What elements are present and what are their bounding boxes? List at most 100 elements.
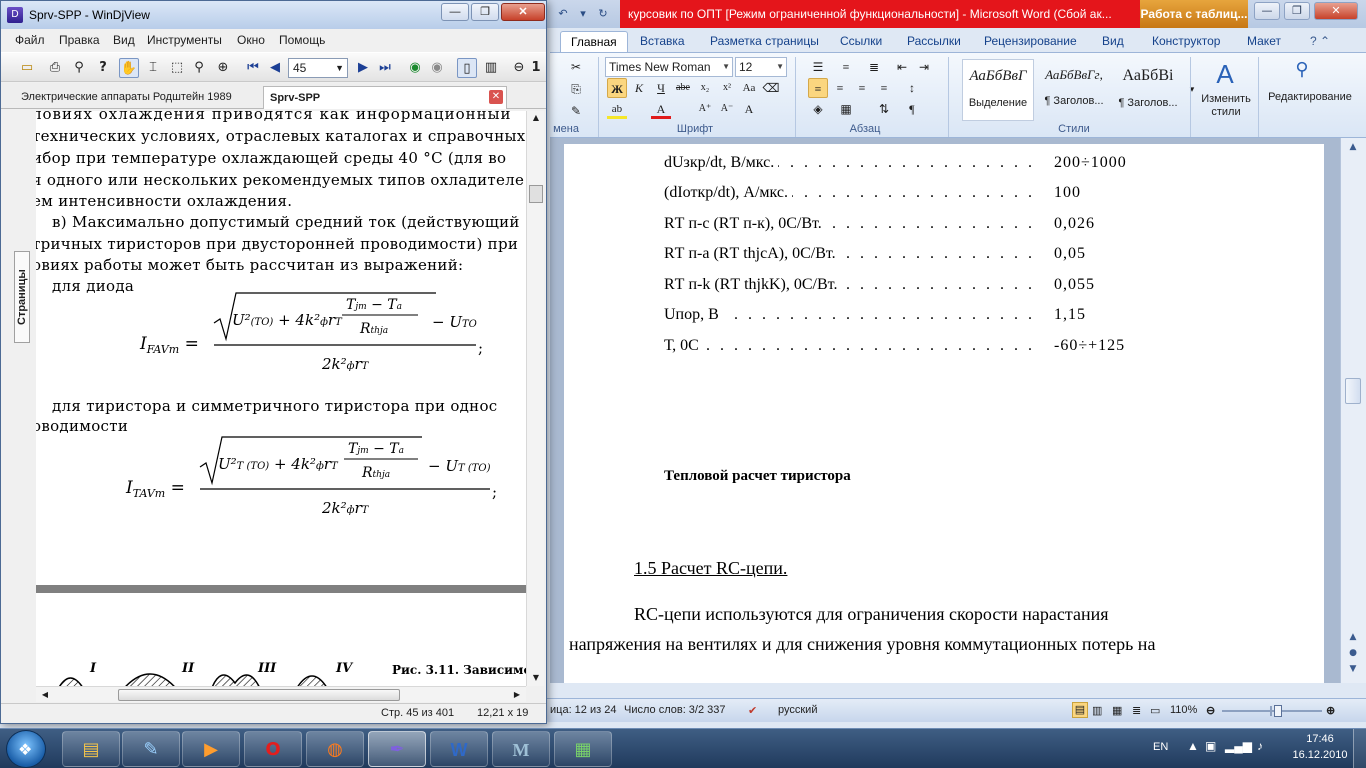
- numbering-icon[interactable]: ≡: [836, 57, 856, 77]
- app-taskbar-icon[interactable]: ▦: [554, 731, 612, 767]
- vertical-scrollbar[interactable]: ▲ ▲ ● ▼: [1340, 138, 1366, 683]
- windjview-taskbar-icon[interactable]: ✒: [368, 731, 426, 767]
- tab-review[interactable]: Рецензирование: [984, 31, 1077, 52]
- scroll-thumb[interactable]: [118, 689, 400, 701]
- find-icon[interactable]: ⚲: [69, 58, 89, 78]
- redo-icon[interactable]: ↻: [595, 6, 611, 22]
- clock-date[interactable]: 16.12.2010: [1289, 749, 1351, 761]
- scroll-down-icon[interactable]: ▼: [529, 671, 543, 685]
- style-heading[interactable]: АаБбВвГг, ¶ Заголов...: [1038, 59, 1110, 121]
- draft-icon[interactable]: ▭: [1150, 704, 1160, 717]
- font-name-combo[interactable]: Times New Roman ▼: [605, 57, 733, 77]
- zoom-in-icon[interactable]: ⊕: [1326, 704, 1335, 717]
- dropdown-arrow-icon[interactable]: ▾: [575, 6, 591, 22]
- help-icon[interactable]: ?: [93, 58, 113, 78]
- style-heading[interactable]: АаБбВі ¶ Заголов...: [1112, 59, 1184, 121]
- scroll-up-icon[interactable]: ▲: [1345, 142, 1361, 156]
- firefox-taskbar-icon[interactable]: ◍: [306, 731, 364, 767]
- web-layout-icon[interactable]: ▦: [1112, 704, 1122, 717]
- show-hidden-icons-icon[interactable]: ▲: [1187, 739, 1199, 753]
- network-activity-icon[interactable]: ▣: [1205, 739, 1216, 753]
- menu-edit[interactable]: Правка: [59, 33, 100, 47]
- superscript-button[interactable]: x²: [717, 78, 737, 98]
- zoom-tool-icon[interactable]: ⚲: [189, 58, 209, 78]
- print-layout-icon[interactable]: ▤: [1072, 702, 1088, 718]
- style-emphasis[interactable]: АаБбВвГ Выделение: [962, 59, 1034, 121]
- word-count-status[interactable]: Число слов: 3/2 337: [624, 704, 726, 716]
- shrink-font-button[interactable]: A⁻: [717, 99, 737, 119]
- tab-page-layout[interactable]: Разметка страницы: [710, 31, 819, 52]
- single-page-icon[interactable]: ▯: [457, 58, 477, 78]
- change-case-button[interactable]: Aa: [739, 78, 759, 98]
- tab-document-active[interactable]: Sprv-SPP: [263, 86, 507, 109]
- menu-tools[interactable]: Инструменты: [147, 33, 222, 47]
- decrease-indent-icon[interactable]: ⇤: [892, 57, 912, 77]
- start-button[interactable]: ❖: [6, 730, 46, 768]
- horizontal-scrollbar[interactable]: ◀ ▶: [36, 686, 526, 702]
- close-button[interactable]: ✕: [1314, 2, 1358, 20]
- zoom-level[interactable]: 110%: [1170, 704, 1197, 716]
- clear-format-icon[interactable]: ⌫: [761, 78, 781, 98]
- scroll-up-icon[interactable]: ▲: [529, 111, 543, 125]
- align-right-button[interactable]: ≡: [852, 78, 872, 98]
- previous-page-icon[interactable]: ▲: [1345, 632, 1361, 646]
- proofing-icon[interactable]: ✔: [748, 704, 757, 717]
- cut-icon[interactable]: ✂: [566, 57, 586, 77]
- media-player-taskbar-icon[interactable]: ▶: [182, 731, 240, 767]
- line-spacing-icon[interactable]: ↕: [902, 78, 922, 98]
- continuous-icon[interactable]: ▥: [481, 58, 501, 78]
- align-center-button[interactable]: ≡: [830, 78, 850, 98]
- highlight-button[interactable]: ab: [607, 99, 627, 119]
- close-tab-icon[interactable]: ✕: [489, 90, 503, 104]
- format-painter-icon[interactable]: ✎: [566, 101, 586, 121]
- underline-button[interactable]: Ч: [651, 78, 671, 98]
- clock-time[interactable]: 17:46: [1295, 733, 1345, 745]
- document-page[interactable]: . . . . . . . . . . . . . . . . . . . . …: [564, 144, 1324, 683]
- mathcad-taskbar-icon[interactable]: M: [492, 731, 550, 767]
- zoom-out-icon[interactable]: ⊖: [509, 58, 529, 78]
- next-page-icon[interactable]: ▶: [353, 58, 373, 78]
- minimize-button[interactable]: —: [441, 3, 469, 21]
- menu-help[interactable]: Помощь: [279, 33, 325, 47]
- language-status[interactable]: русский: [778, 704, 817, 716]
- change-styles-button[interactable]: Изменить стили: [1195, 93, 1257, 119]
- tab-view[interactable]: Вид: [1102, 31, 1124, 52]
- zoom-value-icon[interactable]: 1: [529, 58, 543, 78]
- editing-button[interactable]: Редактирование: [1262, 91, 1358, 103]
- close-button[interactable]: ✕: [501, 3, 545, 21]
- maximize-button[interactable]: ❐: [471, 3, 499, 21]
- pen-app-taskbar-icon[interactable]: ✎: [122, 731, 180, 767]
- document-area[interactable]: . . . . . . . . . . . . . . . . . . . . …: [550, 138, 1340, 683]
- tab-references[interactable]: Ссылки: [840, 31, 882, 52]
- page-number-combo[interactable]: 45 ▼: [288, 58, 348, 78]
- forward-icon[interactable]: ◉: [427, 58, 447, 78]
- outline-icon[interactable]: ≣: [1132, 704, 1141, 717]
- maximize-button[interactable]: ❐: [1284, 2, 1310, 20]
- network-signal-icon[interactable]: ▂▄▆: [1225, 739, 1252, 753]
- zoom-thumb[interactable]: [1274, 705, 1282, 717]
- scroll-thumb[interactable]: [529, 185, 543, 203]
- scroll-right-icon[interactable]: ▶: [510, 688, 524, 702]
- menu-file[interactable]: Файл: [15, 33, 45, 47]
- scroll-left-icon[interactable]: ◀: [38, 688, 52, 702]
- shading-icon[interactable]: ◈: [808, 99, 828, 119]
- change-styles-icon[interactable]: A: [1210, 59, 1240, 89]
- subscript-button[interactable]: x₂: [695, 78, 715, 98]
- next-page-icon[interactable]: ▼: [1345, 664, 1361, 678]
- copy-icon[interactable]: ⎘: [566, 79, 586, 99]
- text-effects-icon[interactable]: A: [739, 99, 759, 119]
- djview-title-bar[interactable]: D Sprv-SPP - WinDjView — ❐ ✕: [1, 1, 546, 29]
- tab-design[interactable]: Конструктор: [1152, 31, 1220, 52]
- page-count-status[interactable]: ица: 12 из 24: [550, 704, 616, 716]
- first-page-icon[interactable]: ⏮: [243, 58, 263, 78]
- open-folder-icon[interactable]: ▭: [17, 58, 37, 78]
- language-indicator[interactable]: EN: [1153, 741, 1168, 753]
- italic-button[interactable]: К: [629, 78, 649, 98]
- tab-insert[interactable]: Вставка: [640, 31, 685, 52]
- bold-button[interactable]: Ж: [607, 78, 627, 98]
- browse-object-icon[interactable]: ●: [1345, 648, 1361, 662]
- grow-font-button[interactable]: A⁺: [695, 99, 715, 119]
- strikethrough-button[interactable]: abe: [673, 78, 693, 98]
- last-page-icon[interactable]: ⏭: [375, 58, 395, 78]
- multilevel-list-icon[interactable]: ≣: [864, 57, 884, 77]
